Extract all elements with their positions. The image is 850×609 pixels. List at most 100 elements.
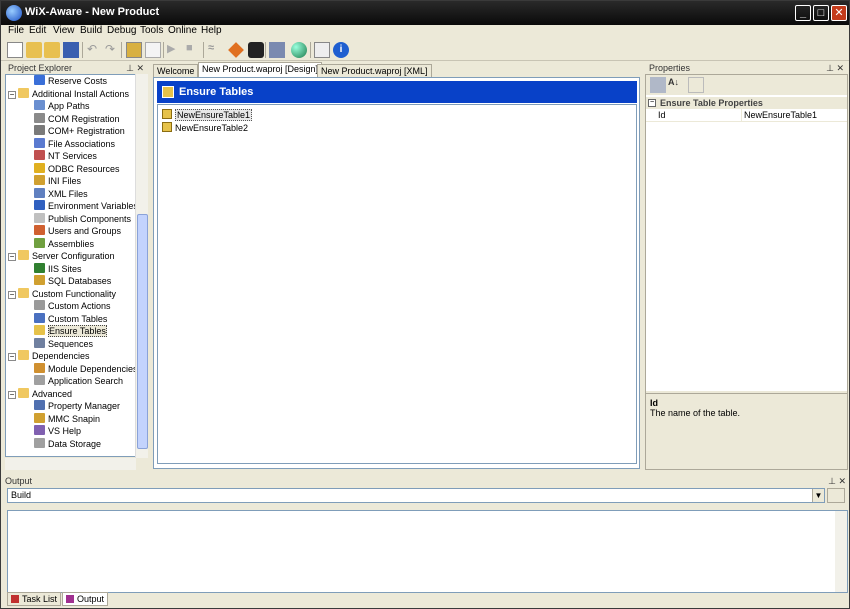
- stop-icon[interactable]: ■: [186, 42, 202, 58]
- menu-online[interactable]: Online: [168, 25, 197, 36]
- tree-item[interactable]: Module Dependencies: [34, 362, 138, 375]
- window-icon[interactable]: [314, 42, 330, 58]
- close-button[interactable]: ✕: [831, 5, 847, 21]
- tree-item[interactable]: App Paths: [34, 100, 90, 112]
- odbc-resources-icon: [34, 162, 45, 173]
- traffic-light-icon[interactable]: [248, 42, 264, 58]
- menu-debug[interactable]: Debug: [107, 25, 136, 36]
- tree-item[interactable]: Reserve Costs: [34, 75, 107, 87]
- menu-build[interactable]: Build: [80, 25, 102, 36]
- expander-icon[interactable]: −: [8, 253, 16, 261]
- close-icon[interactable]: ✕: [838, 475, 846, 487]
- list-item[interactable]: NewEnsureTable2: [162, 122, 248, 134]
- package-icon[interactable]: [269, 42, 285, 58]
- tree-item[interactable]: XML Files: [34, 187, 88, 200]
- expander-icon[interactable]: −: [8, 90, 16, 99]
- explorer-vertical-scrollbar[interactable]: [135, 74, 148, 458]
- menu-help[interactable]: Help: [201, 25, 222, 36]
- property-category[interactable]: − Ensure Table Properties: [646, 97, 847, 109]
- tree-item[interactable]: ODBC Resources: [34, 162, 120, 175]
- explorer-horizontal-scrollbar[interactable]: [5, 458, 136, 470]
- tree-item[interactable]: Users and Groups: [34, 225, 121, 237]
- tree-item[interactable]: VS Help: [34, 425, 81, 437]
- output-text[interactable]: [7, 510, 848, 593]
- tree-item[interactable]: Data Storage: [34, 437, 101, 450]
- tree-item[interactable]: − Advanced: [8, 387, 72, 400]
- tree-item[interactable]: Custom Actions: [34, 300, 111, 312]
- compile-icon[interactable]: [145, 42, 161, 58]
- collapse-icon[interactable]: −: [648, 99, 656, 107]
- chevron-down-icon[interactable]: ▼: [812, 489, 824, 502]
- expander-icon[interactable]: −: [8, 290, 16, 299]
- tree-item[interactable]: Ensure Tables: [34, 325, 107, 337]
- tab-xml[interactable]: New Product.waproj [XML]: [317, 64, 432, 78]
- info-icon[interactable]: i: [333, 42, 349, 58]
- tab-design[interactable]: New Product.waproj [Design]: [198, 62, 323, 78]
- property-pages-icon[interactable]: [688, 77, 704, 93]
- tab-output[interactable]: Output: [62, 592, 109, 606]
- scrollbar-thumb[interactable]: [137, 214, 148, 449]
- list-item[interactable]: NewEnsureTable1: [162, 109, 253, 121]
- tree-item[interactable]: Environment Variables: [34, 200, 138, 212]
- breakpoint-icon[interactable]: [228, 42, 244, 58]
- menu-view[interactable]: View: [53, 25, 75, 36]
- new-file-icon[interactable]: [7, 42, 23, 58]
- tree-item[interactable]: MMC Snapin: [34, 412, 100, 425]
- minimize-button[interactable]: _: [795, 5, 811, 21]
- sequences-icon: [34, 337, 45, 348]
- tree-item[interactable]: − Additional Install Actions: [8, 87, 129, 100]
- pin-icon[interactable]: ⊥: [126, 62, 134, 74]
- tree-item[interactable]: − Dependencies: [8, 350, 90, 362]
- save-icon[interactable]: [63, 42, 79, 58]
- open-project-icon[interactable]: [44, 42, 60, 58]
- output-source-select[interactable]: Build ▼: [7, 488, 825, 503]
- menu-file[interactable]: File: [8, 25, 24, 36]
- ensure-tables-icon: [162, 86, 174, 98]
- tree-item[interactable]: Assemblies: [34, 237, 94, 250]
- pin-icon[interactable]: ⊥: [826, 62, 834, 74]
- tree-item[interactable]: NT Services: [34, 150, 97, 162]
- pin-icon[interactable]: ⊥: [828, 475, 836, 487]
- property-value[interactable]: NewEnsureTable1: [741, 109, 845, 122]
- tree-item[interactable]: COM Registration: [34, 112, 120, 125]
- tree-item[interactable]: Publish Components: [34, 212, 131, 225]
- tree-item[interactable]: IIS Sites: [34, 262, 82, 275]
- output-scrollbar[interactable]: [835, 511, 847, 592]
- tree-item-label: COM+ Registration: [48, 126, 125, 136]
- undo-icon[interactable]: ↶: [87, 42, 103, 58]
- tree-item[interactable]: COM+ Registration: [34, 125, 125, 137]
- tree-item[interactable]: − Custom Functionality: [8, 287, 116, 300]
- task-list-icon: [11, 595, 19, 603]
- expander-icon[interactable]: −: [8, 390, 16, 399]
- tree-item[interactable]: INI Files: [34, 175, 81, 187]
- tab-task-list[interactable]: Task List: [7, 592, 62, 606]
- property-row-id[interactable]: Id NewEnsureTable1: [646, 109, 847, 122]
- tree-item[interactable]: Sequences: [34, 337, 93, 350]
- property-key: Id: [658, 110, 666, 120]
- close-icon[interactable]: ✕: [836, 62, 844, 74]
- open-folder-icon[interactable]: [26, 42, 42, 58]
- tree-item[interactable]: Application Search: [34, 375, 123, 387]
- clear-output-button[interactable]: [827, 488, 845, 503]
- alphabetical-icon[interactable]: A↓: [668, 77, 684, 93]
- globe-icon[interactable]: [291, 42, 307, 58]
- expander-icon[interactable]: −: [8, 353, 16, 361]
- tree-item[interactable]: Property Manager: [34, 400, 120, 412]
- menu-tools[interactable]: Tools: [140, 25, 163, 36]
- tree-item[interactable]: Custom Tables: [34, 312, 108, 325]
- menu-edit[interactable]: Edit: [29, 25, 46, 36]
- redo-icon[interactable]: ↷: [105, 42, 121, 58]
- build-icon[interactable]: [126, 42, 142, 58]
- tree-item-label: Custom Tables: [48, 313, 108, 324]
- toolbar-separator: [121, 42, 122, 58]
- categorized-icon[interactable]: [650, 77, 666, 93]
- custom-actions-icon: [34, 300, 45, 310]
- tree-item[interactable]: File Associations: [34, 137, 115, 150]
- step-icon[interactable]: ≈: [208, 42, 224, 58]
- tree-item[interactable]: − Server Configuration: [8, 250, 115, 262]
- close-icon[interactable]: ✕: [136, 62, 144, 74]
- maximize-button[interactable]: □: [813, 5, 829, 21]
- run-icon[interactable]: ▶: [167, 42, 183, 58]
- tab-welcome[interactable]: Welcome: [153, 64, 199, 78]
- tree-item[interactable]: SQL Databases: [34, 275, 111, 287]
